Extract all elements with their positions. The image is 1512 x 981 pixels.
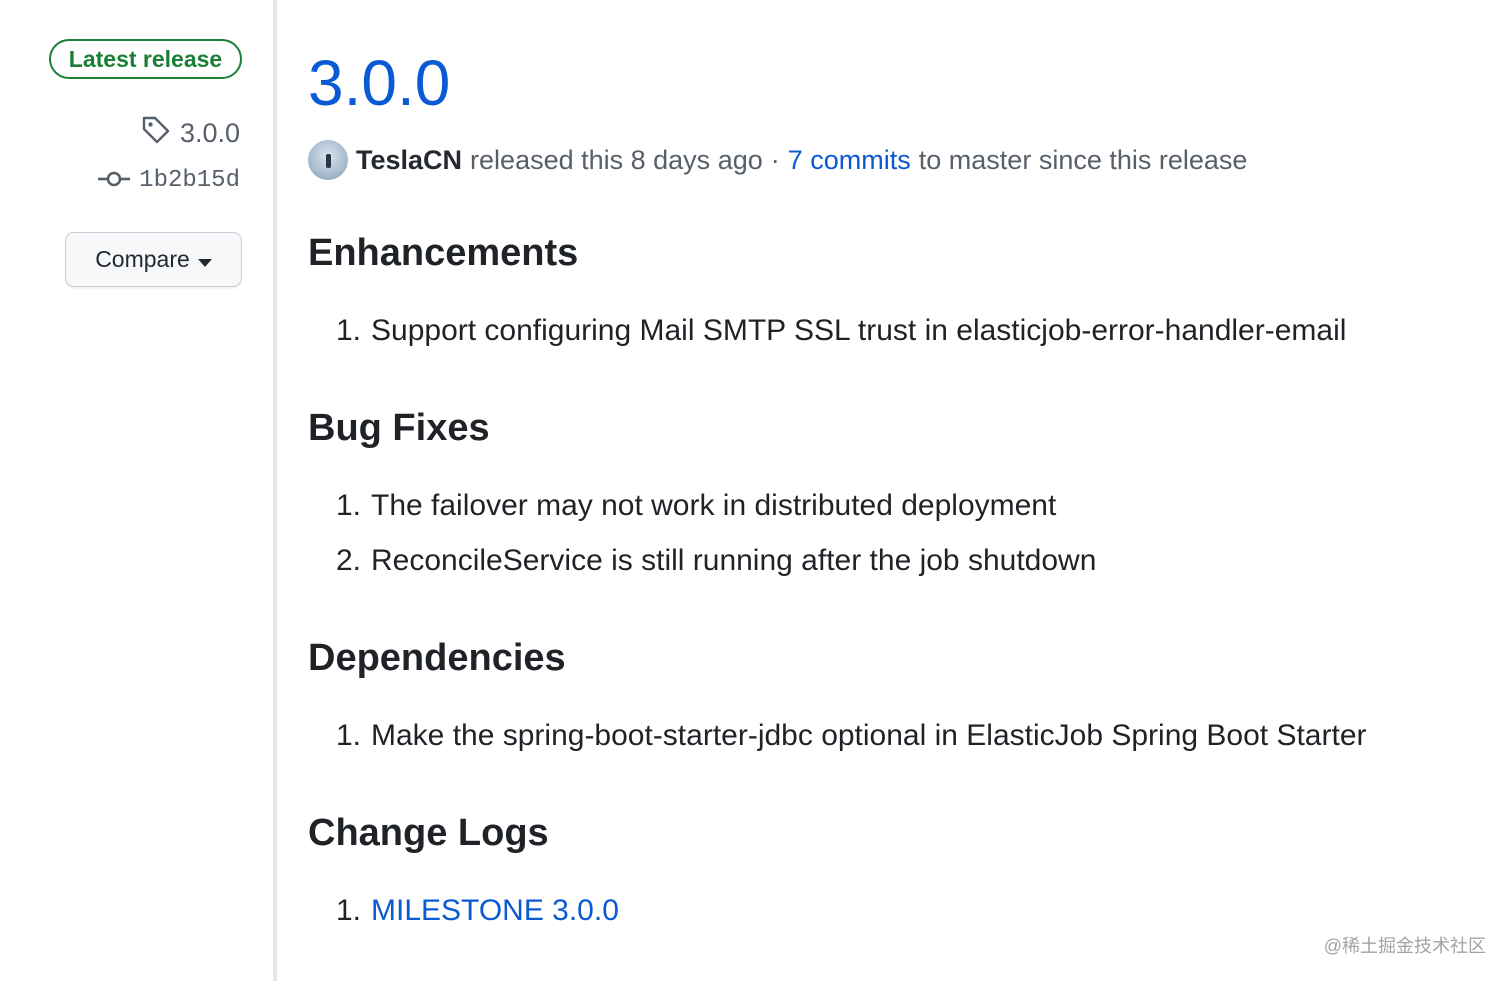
latest-release-badge: Latest release xyxy=(49,39,242,79)
watermark: @稀土掘金技术社区 xyxy=(1323,936,1486,956)
milestone-link[interactable]: MILESTONE 3.0.0 xyxy=(371,894,619,927)
caret-down-icon xyxy=(197,246,212,273)
commits-link[interactable]: 7 commits xyxy=(788,145,911,176)
tag-icon xyxy=(140,114,172,153)
released-text: released this 8 days ago xyxy=(470,144,763,175)
list-number: 1. xyxy=(336,894,362,927)
list-text: The failover may not work in distributed… xyxy=(371,489,1057,522)
list-item: 1. Make the spring-boot-starter-jdbc opti… xyxy=(336,719,1367,753)
tag-name: 3.0.0 xyxy=(179,118,240,148)
list-text: ReconcileService is still running after … xyxy=(371,544,1097,577)
list-text: Support configuring Mail SMTP SSL trust … xyxy=(371,314,1347,347)
compare-label: Compare xyxy=(95,246,190,272)
section-heading-enhancements: Enhancements xyxy=(308,232,579,274)
release-title[interactable]: 3.0.0 xyxy=(308,46,450,120)
list-text: Make the spring-boot-starter-jdbc option… xyxy=(371,719,1367,752)
list-item: 2. ReconcileService is still running afte… xyxy=(336,544,1096,578)
compare-button[interactable]: Compare xyxy=(65,232,242,287)
avatar[interactable] xyxy=(308,140,348,180)
section-heading-change-logs: Change Logs xyxy=(308,812,549,854)
git-commit-icon xyxy=(97,165,131,196)
list-number: 1. xyxy=(336,719,362,752)
list-number: 1. xyxy=(336,489,362,522)
commit-sha: 1b2b15d xyxy=(139,167,240,194)
commits-suffix: to master since this release xyxy=(918,144,1248,175)
sidebar-divider xyxy=(273,0,277,981)
author-link[interactable]: TeslaCN xyxy=(356,145,462,176)
release-sidebar: Latest release 3.0.0 1b2b15d Compare xyxy=(0,0,274,981)
commit-link[interactable]: 1b2b15d xyxy=(97,165,240,196)
section-heading-dependencies: Dependencies xyxy=(308,637,566,679)
list-number: 1. xyxy=(336,314,362,347)
separator: · xyxy=(770,144,780,175)
list-number: 2. xyxy=(336,544,362,577)
tag-link[interactable]: 3.0.0 xyxy=(140,114,240,153)
section-heading-bug-fixes: Bug Fixes xyxy=(308,407,490,449)
list-item: 1. The failover may not work in distribut… xyxy=(336,489,1056,523)
list-item: 1. MILESTONE 3.0.0 xyxy=(336,894,619,928)
release-byline: TeslaCN released this 8 days ago · 7 com… xyxy=(308,140,1247,180)
list-item: 1. Support configuring Mail SMTP SSL trus… xyxy=(336,314,1346,348)
